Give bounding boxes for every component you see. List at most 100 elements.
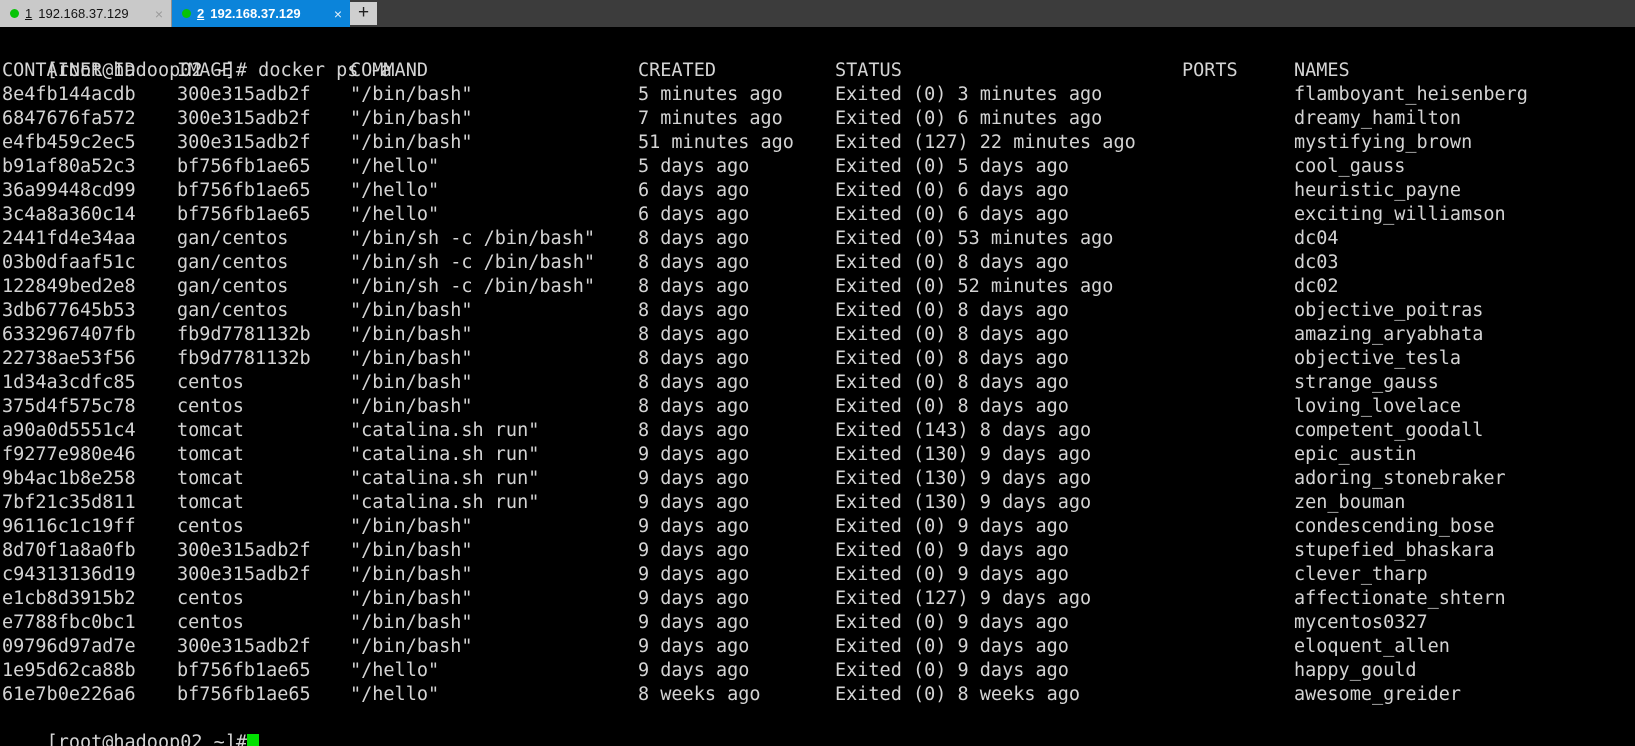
cell-names: happy_gould xyxy=(1294,660,1417,681)
cell-status: Exited (130) 9 days ago xyxy=(835,492,1092,513)
cell-status: Exited (130) 9 days ago xyxy=(835,468,1092,489)
terminal-tab-1[interactable]: 1 192.168.37.129 × xyxy=(0,0,172,27)
cell-created: 8 weeks ago xyxy=(638,684,761,705)
cell-created: 51 minutes ago xyxy=(638,132,794,153)
terminal-tab-2[interactable]: 2 192.168.37.129 × xyxy=(172,0,350,27)
cell-status: Exited (0) 9 days ago xyxy=(835,612,1069,633)
cell-names: zen_bouman xyxy=(1294,492,1406,513)
cell-created: 7 minutes ago xyxy=(638,108,783,129)
cell-status: Exited (0) 8 days ago xyxy=(835,372,1069,393)
cell-created: 9 days ago xyxy=(638,612,750,633)
cell-created: 8 days ago xyxy=(638,348,750,369)
terminal-output[interactable]: [root@hadoop02 ~]# docker ps -a CONTAINE… xyxy=(0,27,1635,746)
cell-image: 300e315adb2f xyxy=(177,540,311,561)
cell-container-id: 8d70f1a8a0fb xyxy=(2,540,136,561)
cell-status: Exited (143) 8 days ago xyxy=(835,420,1092,441)
cell-status: Exited (0) 9 days ago xyxy=(835,516,1069,537)
cell-image: centos xyxy=(177,396,244,417)
cell-command: "/hello" xyxy=(350,180,440,201)
table-header-row: CONTAINER ID IMAGE COMMAND CREATED STATU… xyxy=(2,59,1635,83)
table-row: 6332967407fb fb9d7781132b "/bin/bash" 8 day… xyxy=(2,323,1635,347)
cell-created: 8 days ago xyxy=(638,372,750,393)
table-row: 3db677645b53 gan/centos "/bin/bash" 8 days … xyxy=(2,299,1635,323)
cell-container-id: a90a0d5551c4 xyxy=(2,420,136,441)
cell-created: 9 days ago xyxy=(638,564,750,585)
cell-created: 5 days ago xyxy=(638,156,750,177)
cell-names: strange_gauss xyxy=(1294,372,1439,393)
table-row: 09796d97ad7e 300e315adb2f "/bin/bash" 9 day… xyxy=(2,635,1635,659)
cell-status: Exited (0) 3 minutes ago xyxy=(835,84,1103,105)
table-row: 3c4a8a360c14 bf756fb1ae65 "/hello" 6 days a… xyxy=(2,203,1635,227)
cell-command: "/bin/bash" xyxy=(350,564,473,585)
cell-status: Exited (0) 6 days ago xyxy=(835,180,1069,201)
cell-image: tomcat xyxy=(177,492,244,513)
cell-command: "/bin/bash" xyxy=(350,516,473,537)
cell-image: tomcat xyxy=(177,468,244,489)
cell-names: heuristic_payne xyxy=(1294,180,1462,201)
new-tab-button[interactable]: + xyxy=(350,2,377,25)
cell-status: Exited (0) 8 days ago xyxy=(835,396,1069,417)
cell-names: dc02 xyxy=(1294,276,1339,297)
cell-image: centos xyxy=(177,516,244,537)
cell-names: objective_poitras xyxy=(1294,300,1484,321)
cell-created: 8 days ago xyxy=(638,300,750,321)
close-icon[interactable]: × xyxy=(151,7,163,21)
cell-created: 8 days ago xyxy=(638,396,750,417)
cell-container-id: f9277e980e46 xyxy=(2,444,136,465)
cell-created: 9 days ago xyxy=(638,540,750,561)
cell-command: "/bin/bash" xyxy=(350,612,473,633)
cell-status: Exited (0) 52 minutes ago xyxy=(835,276,1114,297)
cell-command: "catalina.sh run" xyxy=(350,444,540,465)
cell-status: Exited (0) 9 days ago xyxy=(835,636,1069,657)
cell-command: "/bin/bash" xyxy=(350,84,473,105)
column-header-created: CREATED xyxy=(638,60,716,81)
cell-container-id: e1cb8d3915b2 xyxy=(2,588,136,609)
cell-names: exciting_williamson xyxy=(1294,204,1506,225)
table-row: 03b0dfaaf51c gan/centos "/bin/sh -c /bin/b… xyxy=(2,251,1635,275)
cell-created: 9 days ago xyxy=(638,444,750,465)
cell-container-id: 03b0dfaaf51c xyxy=(2,252,136,273)
cell-status: Exited (0) 8 days ago xyxy=(835,324,1069,345)
cell-image: 300e315adb2f xyxy=(177,108,311,129)
table-row: b91af80a52c3 bf756fb1ae65 "/hello" 5 days a… xyxy=(2,155,1635,179)
column-header-names: NAMES xyxy=(1294,60,1350,81)
table-row: f9277e980e46 tomcat "catalina.sh run" 9 day… xyxy=(2,443,1635,467)
cell-created: 9 days ago xyxy=(638,660,750,681)
cell-command: "/hello" xyxy=(350,204,440,225)
table-row: 2441fd4e34aa gan/centos "/bin/sh -c /bin/b… xyxy=(2,227,1635,251)
prompt-text: [root@hadoop02 ~]# xyxy=(46,732,248,746)
cell-status: Exited (0) 6 days ago xyxy=(835,204,1069,225)
tab-title: 192.168.37.129 xyxy=(38,6,129,21)
cell-container-id: e4fb459c2ec5 xyxy=(2,132,136,153)
cell-created: 9 days ago xyxy=(638,588,750,609)
column-header-ports: PORTS xyxy=(1182,60,1238,81)
table-row: e4fb459c2ec5 300e315adb2f "/bin/bash" 51 mi… xyxy=(2,131,1635,155)
cell-created: 6 days ago xyxy=(638,180,750,201)
table-row: 8e4fb144acdb 300e315adb2f "/bin/bash" 5 min… xyxy=(2,83,1635,107)
table-row: e7788fbc0bc1 centos "/bin/bash" 9 days ago E… xyxy=(2,611,1635,635)
cell-command: "/bin/bash" xyxy=(350,636,473,657)
cell-container-id: 61e7b0e226a6 xyxy=(2,684,136,705)
close-icon[interactable]: × xyxy=(330,7,342,21)
cell-container-id: 1d34a3cdfc85 xyxy=(2,372,136,393)
cell-container-id: 122849bed2e8 xyxy=(2,276,136,297)
tab-number: 1 xyxy=(25,6,33,21)
table-row: 36a99448cd99 bf756fb1ae65 "/hello" 6 days a… xyxy=(2,179,1635,203)
table-row: 122849bed2e8 gan/centos "/bin/sh -c /bin/b… xyxy=(2,275,1635,299)
cell-image: bf756fb1ae65 xyxy=(177,204,311,225)
cell-container-id: 3db677645b53 xyxy=(2,300,136,321)
cell-names: condescending_bose xyxy=(1294,516,1495,537)
cell-status: Exited (127) 22 minutes ago xyxy=(835,132,1136,153)
cell-created: 5 minutes ago xyxy=(638,84,783,105)
cell-status: Exited (0) 9 days ago xyxy=(835,540,1069,561)
cell-created: 9 days ago xyxy=(638,468,750,489)
cell-created: 8 days ago xyxy=(638,420,750,441)
table-row: e1cb8d3915b2 centos "/bin/bash" 9 days ago E… xyxy=(2,587,1635,611)
cell-names: dc04 xyxy=(1294,228,1339,249)
cell-image: bf756fb1ae65 xyxy=(177,684,311,705)
cell-command: "/hello" xyxy=(350,156,440,177)
cell-names: dreamy_hamilton xyxy=(1294,108,1462,129)
text-cursor xyxy=(247,734,260,746)
cell-image: gan/centos xyxy=(177,276,289,297)
container-list: 8e4fb144acdb 300e315adb2f "/bin/bash" 5 min… xyxy=(2,83,1635,707)
